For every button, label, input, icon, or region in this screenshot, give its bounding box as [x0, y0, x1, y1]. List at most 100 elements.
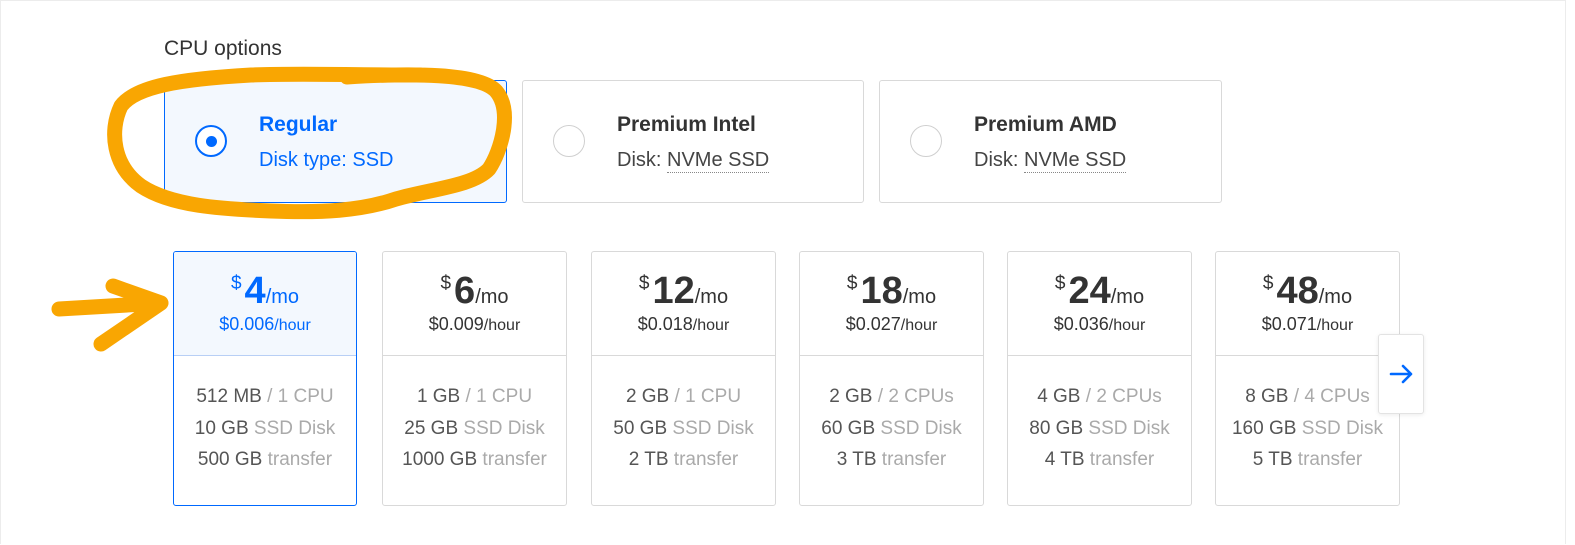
- hourly-unit: /hour: [692, 317, 730, 334]
- radio-selected-dot: [206, 136, 217, 147]
- cpu-option-name: Premium AMD: [974, 113, 1117, 136]
- radio-button[interactable]: [910, 125, 942, 157]
- plan-card-24[interactable]: $24/mo $0.036/hour 4 GB / 2 CPUs 80 GB S…: [1007, 251, 1192, 506]
- plan-price-header: $12/mo $0.018/hour: [592, 252, 775, 356]
- monthly-price: $18/mo: [800, 270, 983, 313]
- hourly-price: $0.009/hour: [383, 314, 566, 335]
- spec-memory-cpu: 1 GB / 1 CPU: [383, 381, 566, 413]
- cpu-option-regular[interactable]: Regular Disk type: SSD: [164, 80, 507, 203]
- plan-specs: 8 GB / 4 CPUs 160 GB SSD Disk 5 TB trans…: [1216, 381, 1399, 476]
- disk-label: Disk:: [617, 149, 667, 171]
- disk-unit: SSD Disk: [1083, 417, 1170, 439]
- price-amount: 24: [1068, 270, 1111, 312]
- transfer-unit: transfer: [668, 449, 739, 470]
- disk-type-tooltip[interactable]: NVMe SSD: [667, 149, 770, 173]
- hourly-unit: /hour: [1316, 317, 1354, 334]
- cpu-option-name: Regular: [259, 113, 338, 136]
- plan-card-48[interactable]: $48/mo $0.071/hour 8 GB / 4 CPUs 160 GB …: [1215, 251, 1400, 506]
- monthly-price: $24/mo: [1008, 270, 1191, 313]
- cpu-value: / 2 CPUs: [872, 386, 954, 407]
- disk-value: 60 GB: [821, 417, 876, 439]
- transfer-value: 1000 GB: [402, 449, 478, 470]
- memory-value: 1 GB: [416, 386, 461, 407]
- disk-type-tooltip[interactable]: NVMe SSD: [1024, 149, 1127, 173]
- transfer-unit: transfer: [262, 449, 333, 470]
- transfer-unit: transfer: [876, 449, 947, 470]
- plan-price-header: $24/mo $0.036/hour: [1008, 252, 1191, 356]
- arrow-right-icon: [1389, 364, 1413, 384]
- arrow-annotation: [51, 278, 169, 352]
- spec-disk: 25 GB SSD Disk: [383, 413, 566, 445]
- plan-price-header: $48/mo $0.071/hour: [1216, 252, 1399, 356]
- memory-value: 8 GB: [1245, 386, 1289, 407]
- plan-card-18[interactable]: $18/mo $0.027/hour 2 GB / 2 CPUs 60 GB S…: [799, 251, 984, 506]
- memory-value: 4 GB: [1037, 386, 1081, 407]
- hourly-unit: /hour: [483, 317, 521, 334]
- disk-unit: SSD Disk: [248, 417, 336, 439]
- hourly-price: $0.027/hour: [800, 314, 983, 335]
- plan-specs: 512 MB / 1 CPU 10 GB SSD Disk 500 GB tra…: [174, 381, 356, 476]
- cpu-value: / 4 CPUs: [1288, 386, 1370, 407]
- plan-card-6[interactable]: $6/mo $0.009/hour 1 GB / 1 CPU 25 GB SSD…: [382, 251, 567, 506]
- spec-disk: 160 GB SSD Disk: [1216, 413, 1399, 445]
- price-amount: 4: [244, 270, 266, 312]
- price-amount: 48: [1276, 270, 1319, 312]
- plan-card-4[interactable]: $4/mo $0.006/hour 512 MB / 1 CPU 10 GB S…: [173, 251, 357, 506]
- cpu-option-disk: Disk type: SSD: [259, 149, 393, 172]
- radio-button[interactable]: [195, 125, 227, 157]
- currency-symbol: $: [1054, 273, 1066, 294]
- plan-price-header: $18/mo $0.027/hour: [800, 252, 983, 356]
- transfer-value: 5 TB: [1252, 449, 1293, 470]
- plan-specs: 2 GB / 1 CPU 50 GB SSD Disk 2 TB transfe…: [592, 381, 775, 476]
- currency-symbol: $: [1262, 273, 1274, 294]
- disk-label: Disk:: [974, 149, 1024, 171]
- spec-memory-cpu: 4 GB / 2 CPUs: [1008, 381, 1191, 413]
- currency-symbol: $: [230, 273, 242, 294]
- next-plans-button[interactable]: [1378, 334, 1424, 414]
- cpu-value: / 1 CPU: [669, 386, 742, 407]
- cpu-value: / 2 CPUs: [1080, 386, 1162, 407]
- radio-button[interactable]: [553, 125, 585, 157]
- disk-value: 10 GB: [194, 417, 249, 439]
- disk-value: 80 GB: [1029, 417, 1084, 439]
- cpu-option-premium-amd[interactable]: Premium AMD Disk: NVMe SSD: [879, 80, 1222, 203]
- spec-memory-cpu: 8 GB / 4 CPUs: [1216, 381, 1399, 413]
- price-amount: 18: [860, 270, 903, 312]
- spec-memory-cpu: 2 GB / 2 CPUs: [800, 381, 983, 413]
- disk-unit: SSD Disk: [458, 417, 545, 439]
- plan-specs: 1 GB / 1 CPU 25 GB SSD Disk 1000 GB tran…: [383, 381, 566, 476]
- transfer-unit: transfer: [1292, 449, 1363, 470]
- spec-disk: 50 GB SSD Disk: [592, 413, 775, 445]
- currency-symbol: $: [846, 273, 858, 294]
- spec-disk: 80 GB SSD Disk: [1008, 413, 1191, 445]
- hourly-amount: $0.009: [428, 314, 484, 334]
- currency-symbol: $: [638, 273, 650, 294]
- monthly-price: $4/mo: [174, 270, 356, 313]
- plan-card-12[interactable]: $12/mo $0.018/hour 2 GB / 1 CPU 50 GB SS…: [591, 251, 776, 506]
- transfer-value: 3 TB: [836, 449, 877, 470]
- hourly-price: $0.036/hour: [1008, 314, 1191, 335]
- monthly-price: $6/mo: [383, 270, 566, 313]
- cpu-option-premium-intel[interactable]: Premium Intel Disk: NVMe SSD: [522, 80, 864, 203]
- currency-symbol: $: [440, 273, 452, 294]
- transfer-value: 2 TB: [628, 449, 669, 470]
- price-period: /mo: [265, 286, 300, 308]
- transfer-value: 4 TB: [1044, 449, 1085, 470]
- price-period: /mo: [694, 286, 729, 308]
- price-period: /mo: [902, 286, 937, 308]
- price-period: /mo: [1318, 286, 1353, 308]
- plan-specs: 4 GB / 2 CPUs 80 GB SSD Disk 4 TB transf…: [1008, 381, 1191, 476]
- price-amount: 6: [454, 270, 476, 312]
- spec-transfer: 2 TB transfer: [592, 444, 775, 476]
- spec-memory-cpu: 512 MB / 1 CPU: [174, 381, 356, 413]
- transfer-unit: transfer: [477, 449, 547, 470]
- hourly-amount: $0.036: [1053, 314, 1109, 334]
- memory-value: 2 GB: [625, 386, 670, 407]
- hourly-price: $0.018/hour: [592, 314, 775, 335]
- spec-transfer: 5 TB transfer: [1216, 444, 1399, 476]
- disk-unit: SSD Disk: [875, 417, 962, 439]
- transfer-value: 500 GB: [197, 449, 263, 470]
- disk-value: 50 GB: [613, 417, 668, 439]
- hourly-unit: /hour: [1108, 317, 1146, 334]
- hourly-amount: $0.071: [1261, 314, 1317, 334]
